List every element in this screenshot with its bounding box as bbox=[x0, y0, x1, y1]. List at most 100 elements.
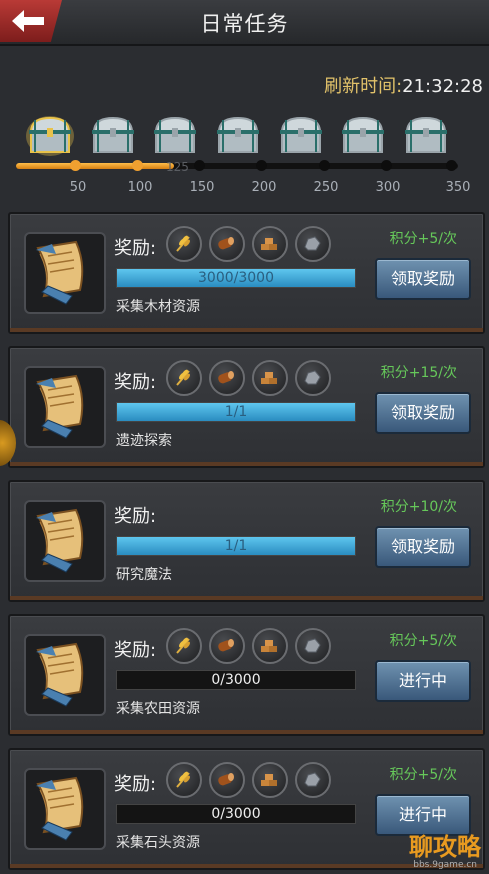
progress-tick-label: 250 bbox=[313, 180, 339, 195]
wheat-icon bbox=[176, 637, 190, 654]
task-progress-bar: 3000/3000 bbox=[116, 268, 356, 288]
task-points: 积分+5/次 bbox=[389, 231, 457, 247]
wheat-icon bbox=[176, 771, 190, 788]
progress-fill bbox=[16, 163, 174, 169]
progress-milestone-dot bbox=[194, 160, 205, 171]
reward-stone-icon[interactable] bbox=[295, 628, 331, 664]
top-bar: 日常任务 bbox=[0, 0, 489, 46]
progress-milestone-dot bbox=[70, 160, 81, 171]
reward-wood-log-icon[interactable] bbox=[209, 226, 245, 262]
task-scroll-icon bbox=[24, 768, 106, 850]
task-card: 奖励: 1/1 研究魔法 积分+10/次 领取奖励 bbox=[8, 480, 485, 602]
progress-tick-label: 200 bbox=[251, 180, 277, 195]
wood-log-icon bbox=[218, 639, 234, 652]
progress-tick-label: 100 bbox=[127, 180, 153, 195]
task-progress-bar: 1/1 bbox=[116, 402, 356, 422]
reward-lumber-icon[interactable] bbox=[252, 628, 288, 664]
reward-wheat-icon[interactable] bbox=[166, 360, 202, 396]
task-progress-text: 0/3000 bbox=[211, 806, 261, 822]
refresh-timer: 刷新时间:21:32:28 bbox=[324, 72, 483, 98]
reward-wood-log-icon[interactable] bbox=[209, 762, 245, 798]
wood-log-icon bbox=[218, 371, 234, 384]
task-points: 积分+10/次 bbox=[380, 499, 457, 515]
task-name: 采集石头资源 bbox=[116, 835, 200, 851]
reward-stone-icon[interactable] bbox=[295, 360, 331, 396]
chest-icon[interactable] bbox=[276, 112, 326, 158]
wood-log-icon bbox=[218, 773, 234, 786]
stone-icon bbox=[304, 236, 321, 251]
reward-lumber-icon[interactable] bbox=[252, 226, 288, 262]
task-progress-text: 1/1 bbox=[224, 538, 248, 554]
wheat-icon bbox=[176, 369, 190, 386]
reward-wood-log-icon[interactable] bbox=[209, 628, 245, 664]
reward-lumber-icon[interactable] bbox=[252, 762, 288, 798]
card-bottom-edge bbox=[10, 596, 483, 600]
chest-icon[interactable] bbox=[213, 112, 263, 158]
task-progress-text: 3000/3000 bbox=[198, 270, 274, 286]
progress-milestone-dot bbox=[132, 160, 143, 171]
reward-label: 奖励: bbox=[114, 372, 157, 393]
chest-icon[interactable] bbox=[401, 112, 451, 158]
task-progress-bar: 0/3000 bbox=[116, 670, 356, 690]
chest-icon[interactable] bbox=[88, 112, 138, 158]
chest-icon[interactable] bbox=[338, 112, 388, 158]
task-name: 研究魔法 bbox=[116, 567, 172, 583]
task-card: 奖励: 3000/3000 采集木材资源 积分+5/次 领取奖励 bbox=[8, 212, 485, 334]
lumber-icon bbox=[261, 774, 277, 786]
task-points: 积分+15/次 bbox=[380, 365, 457, 381]
stone-icon bbox=[304, 638, 321, 653]
wood-log-icon bbox=[218, 237, 234, 250]
watermark-brand: 聊攻略 bbox=[409, 833, 481, 861]
stone-icon bbox=[304, 370, 321, 385]
claim-reward-button[interactable]: 领取奖励 bbox=[375, 392, 471, 434]
task-name: 采集农田资源 bbox=[116, 701, 200, 717]
chest-icon[interactable] bbox=[150, 112, 200, 158]
progress-milestone-dot bbox=[446, 160, 457, 171]
task-card: 奖励: 0/3000 采集农田资源 积分+5/次 进行中 bbox=[8, 614, 485, 736]
card-bottom-edge bbox=[10, 328, 483, 332]
lumber-icon bbox=[261, 372, 277, 384]
reward-wheat-icon[interactable] bbox=[166, 226, 202, 262]
refresh-time: 21:32:28 bbox=[402, 76, 483, 97]
claim-reward-button[interactable]: 领取奖励 bbox=[375, 526, 471, 568]
reward-label: 奖励: bbox=[114, 774, 157, 795]
reward-label: 奖励: bbox=[114, 640, 157, 661]
task-scroll-icon bbox=[24, 634, 106, 716]
reward-label: 奖励: bbox=[114, 506, 157, 527]
watermark: 聊攻略 bbs.9game.cn bbox=[365, 830, 483, 870]
progress-tick-label: 300 bbox=[375, 180, 401, 195]
task-progress-bar: 0/3000 bbox=[116, 804, 356, 824]
reward-wheat-icon[interactable] bbox=[166, 628, 202, 664]
current-points-label: 125 bbox=[166, 160, 189, 174]
page-title: 日常任务 bbox=[200, 12, 289, 36]
chest-opened-icon[interactable] bbox=[25, 112, 75, 158]
task-scroll-icon bbox=[24, 232, 106, 314]
task-scroll-icon bbox=[24, 366, 106, 448]
refresh-label: 刷新时间: bbox=[324, 76, 403, 97]
stone-icon bbox=[304, 772, 321, 787]
card-bottom-edge bbox=[10, 730, 483, 734]
task-card: 奖励: 1/1 遗迹探索 积分+15/次 领取奖励 bbox=[8, 346, 485, 468]
progress-tick-label: 50 bbox=[69, 180, 87, 195]
reward-stone-icon[interactable] bbox=[295, 762, 331, 798]
watermark-site: bbs.9game.cn bbox=[413, 860, 477, 870]
reward-stone-icon[interactable] bbox=[295, 226, 331, 262]
reward-wheat-icon[interactable] bbox=[166, 762, 202, 798]
reward-wood-log-icon[interactable] bbox=[209, 360, 245, 396]
progress-tick-label: 150 bbox=[189, 180, 215, 195]
claim-reward-button[interactable]: 领取奖励 bbox=[375, 258, 471, 300]
task-progress-text: 1/1 bbox=[224, 404, 248, 420]
lumber-icon bbox=[261, 238, 277, 250]
reward-lumber-icon[interactable] bbox=[252, 360, 288, 396]
progress-milestone-dot bbox=[256, 160, 267, 171]
progress-milestone-dot bbox=[319, 160, 330, 171]
task-progress-text: 0/3000 bbox=[211, 672, 261, 688]
in-progress-button[interactable]: 进行中 bbox=[375, 660, 471, 702]
task-points: 积分+5/次 bbox=[389, 633, 457, 649]
task-name: 遗迹探索 bbox=[116, 433, 172, 449]
task-progress-bar: 1/1 bbox=[116, 536, 356, 556]
task-scroll-icon bbox=[24, 500, 106, 582]
reward-label: 奖励: bbox=[114, 238, 157, 259]
task-name: 采集木材资源 bbox=[116, 299, 200, 315]
card-bottom-edge bbox=[10, 462, 483, 466]
